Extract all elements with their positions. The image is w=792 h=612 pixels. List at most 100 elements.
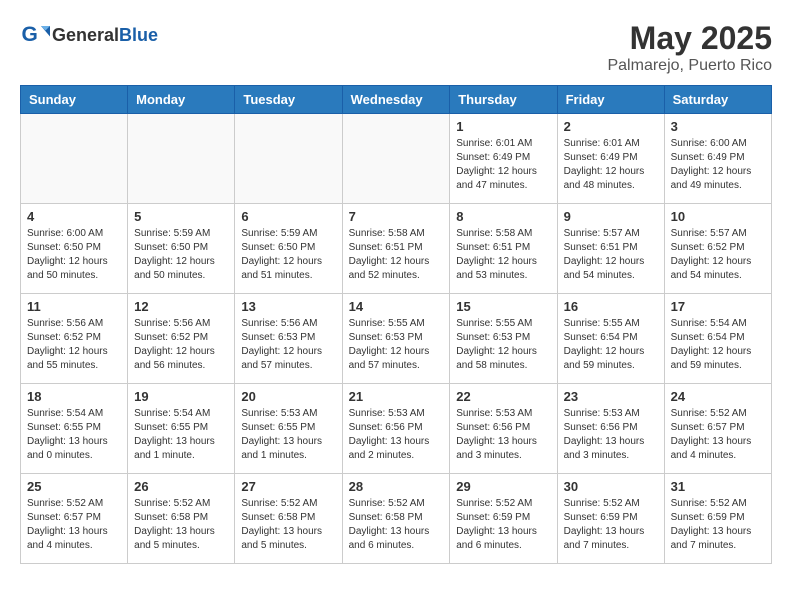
- day-info: Sunrise: 6:00 AM Sunset: 6:49 PM Dayligh…: [671, 137, 765, 193]
- day-number: 6: [241, 209, 335, 224]
- day-number: 12: [134, 299, 228, 314]
- day-number: 11: [27, 299, 121, 314]
- day-number: 1: [456, 119, 550, 134]
- day-number: 7: [349, 209, 444, 224]
- month-title: May 2025: [607, 20, 772, 57]
- svg-text:G: G: [22, 23, 38, 46]
- day-info: Sunrise: 5:58 AM Sunset: 6:51 PM Dayligh…: [349, 227, 444, 283]
- calendar-cell: 16 Sunrise: 5:55 AM Sunset: 6:54 PM Dayli…: [557, 294, 664, 384]
- day-info: Sunrise: 5:53 AM Sunset: 6:56 PM Dayligh…: [349, 407, 444, 463]
- calendar-cell: 21 Sunrise: 5:53 AM Sunset: 6:56 PM Dayli…: [342, 384, 450, 474]
- calendar-cell: 19 Sunrise: 5:54 AM Sunset: 6:55 PM Dayli…: [128, 384, 235, 474]
- day-number: 4: [27, 209, 121, 224]
- day-info: Sunrise: 6:01 AM Sunset: 6:49 PM Dayligh…: [564, 137, 658, 193]
- day-number: 25: [27, 479, 121, 494]
- day-info: Sunrise: 5:52 AM Sunset: 6:59 PM Dayligh…: [671, 497, 765, 553]
- calendar-cell: 31 Sunrise: 5:52 AM Sunset: 6:59 PM Dayli…: [664, 474, 771, 564]
- calendar-cell: 12 Sunrise: 5:56 AM Sunset: 6:52 PM Dayli…: [128, 294, 235, 384]
- calendar-table: SundayMondayTuesdayWednesdayThursdayFrid…: [20, 85, 772, 564]
- calendar-cell: 4 Sunrise: 6:00 AM Sunset: 6:50 PM Daylig…: [21, 204, 128, 294]
- calendar-cell: 14Sunrise: 5:55 AM Sunset: 6:53 PM Dayli…: [342, 294, 450, 384]
- day-number: 3: [671, 119, 765, 134]
- location-title: Palmarejo, Puerto Rico: [607, 57, 772, 75]
- day-number: 31: [671, 479, 765, 494]
- week-row-1: 1 Sunrise: 6:01 AM Sunset: 6:49 PM Daylig…: [21, 114, 772, 204]
- calendar-cell: 1 Sunrise: 6:01 AM Sunset: 6:49 PM Daylig…: [450, 114, 557, 204]
- day-number: 10: [671, 209, 765, 224]
- calendar-cell: 29Sunrise: 5:52 AM Sunset: 6:59 PM Dayli…: [450, 474, 557, 564]
- page-header: G GeneralBlue May 2025 Palmarejo, Puerto…: [20, 20, 772, 75]
- day-number: 20: [241, 389, 335, 404]
- calendar-cell: 7 Sunrise: 5:58 AM Sunset: 6:51 PM Daylig…: [342, 204, 450, 294]
- day-info: Sunrise: 5:54 AM Sunset: 6:55 PM Dayligh…: [27, 407, 121, 463]
- calendar-cell: 13 Sunrise: 5:56 AM Sunset: 6:53 PM Dayli…: [235, 294, 342, 384]
- day-info: Sunrise: 5:52 AM Sunset: 6:59 PM Dayligh…: [564, 497, 658, 553]
- calendar-cell: 8Sunrise: 5:58 AM Sunset: 6:51 PM Daylig…: [450, 204, 557, 294]
- weekday-header-wednesday: Wednesday: [342, 86, 450, 114]
- calendar-cell: 26Sunrise: 5:52 AM Sunset: 6:58 PM Dayli…: [128, 474, 235, 564]
- day-number: 27: [241, 479, 335, 494]
- day-number: 16: [564, 299, 658, 314]
- day-info: Sunrise: 5:53 AM Sunset: 6:55 PM Dayligh…: [241, 407, 335, 463]
- week-row-5: 25 Sunrise: 5:52 AM Sunset: 6:57 PM Dayli…: [21, 474, 772, 564]
- calendar-cell: 27 Sunrise: 5:52 AM Sunset: 6:58 PM Dayli…: [235, 474, 342, 564]
- day-number: 5: [134, 209, 228, 224]
- weekday-header-row: SundayMondayTuesdayWednesdayThursdayFrid…: [21, 86, 772, 114]
- calendar-cell: 20 Sunrise: 5:53 AM Sunset: 6:55 PM Dayli…: [235, 384, 342, 474]
- weekday-header-thursday: Thursday: [450, 86, 557, 114]
- day-info: Sunrise: 5:52 AM Sunset: 6:57 PM Dayligh…: [671, 407, 765, 463]
- calendar-cell: 18Sunrise: 5:54 AM Sunset: 6:55 PM Dayli…: [21, 384, 128, 474]
- logo-general: General: [52, 25, 119, 45]
- week-row-3: 11 Sunrise: 5:56 AM Sunset: 6:52 PM Dayli…: [21, 294, 772, 384]
- logo-icon: G: [20, 20, 50, 50]
- day-info: Sunrise: 5:57 AM Sunset: 6:52 PM Dayligh…: [671, 227, 765, 283]
- calendar-cell: 2 Sunrise: 6:01 AM Sunset: 6:49 PM Daylig…: [557, 114, 664, 204]
- calendar-cell: 11Sunrise: 5:56 AM Sunset: 6:52 PM Dayli…: [21, 294, 128, 384]
- calendar-cell: [342, 114, 450, 204]
- day-number: 13: [241, 299, 335, 314]
- logo: G GeneralBlue: [20, 20, 158, 50]
- calendar-cell: [128, 114, 235, 204]
- day-info: Sunrise: 5:58 AM Sunset: 6:51 PM Dayligh…: [456, 227, 550, 283]
- calendar-cell: 9Sunrise: 5:57 AM Sunset: 6:51 PM Daylig…: [557, 204, 664, 294]
- day-info: Sunrise: 5:55 AM Sunset: 6:53 PM Dayligh…: [456, 317, 550, 373]
- day-number: 15: [456, 299, 550, 314]
- calendar-cell: 17Sunrise: 5:54 AM Sunset: 6:54 PM Dayli…: [664, 294, 771, 384]
- day-number: 24: [671, 389, 765, 404]
- day-info: Sunrise: 5:56 AM Sunset: 6:53 PM Dayligh…: [241, 317, 335, 373]
- day-info: Sunrise: 5:53 AM Sunset: 6:56 PM Dayligh…: [456, 407, 550, 463]
- day-info: Sunrise: 6:01 AM Sunset: 6:49 PM Dayligh…: [456, 137, 550, 193]
- day-number: 19: [134, 389, 228, 404]
- day-info: Sunrise: 5:53 AM Sunset: 6:56 PM Dayligh…: [564, 407, 658, 463]
- calendar-cell: 23 Sunrise: 5:53 AM Sunset: 6:56 PM Dayli…: [557, 384, 664, 474]
- calendar-cell: 6 Sunrise: 5:59 AM Sunset: 6:50 PM Daylig…: [235, 204, 342, 294]
- day-number: 21: [349, 389, 444, 404]
- day-info: Sunrise: 5:52 AM Sunset: 6:58 PM Dayligh…: [349, 497, 444, 553]
- calendar-cell: 5 Sunrise: 5:59 AM Sunset: 6:50 PM Daylig…: [128, 204, 235, 294]
- day-info: Sunrise: 5:54 AM Sunset: 6:55 PM Dayligh…: [134, 407, 228, 463]
- day-number: 9: [564, 209, 658, 224]
- day-info: Sunrise: 5:52 AM Sunset: 6:58 PM Dayligh…: [134, 497, 228, 553]
- calendar-cell: 3 Sunrise: 6:00 AM Sunset: 6:49 PM Daylig…: [664, 114, 771, 204]
- day-info: Sunrise: 5:52 AM Sunset: 6:57 PM Dayligh…: [27, 497, 121, 553]
- calendar-cell: 22Sunrise: 5:53 AM Sunset: 6:56 PM Dayli…: [450, 384, 557, 474]
- day-number: 23: [564, 389, 658, 404]
- day-number: 2: [564, 119, 658, 134]
- day-info: Sunrise: 5:55 AM Sunset: 6:54 PM Dayligh…: [564, 317, 658, 373]
- logo-text: GeneralBlue: [52, 25, 158, 46]
- day-info: Sunrise: 5:59 AM Sunset: 6:50 PM Dayligh…: [241, 227, 335, 283]
- week-row-4: 18Sunrise: 5:54 AM Sunset: 6:55 PM Dayli…: [21, 384, 772, 474]
- day-number: 29: [456, 479, 550, 494]
- calendar-cell: [235, 114, 342, 204]
- day-info: Sunrise: 5:52 AM Sunset: 6:58 PM Dayligh…: [241, 497, 335, 553]
- day-number: 28: [349, 479, 444, 494]
- day-info: Sunrise: 5:56 AM Sunset: 6:52 PM Dayligh…: [134, 317, 228, 373]
- calendar-cell: 15 Sunrise: 5:55 AM Sunset: 6:53 PM Dayli…: [450, 294, 557, 384]
- weekday-header-sunday: Sunday: [21, 86, 128, 114]
- week-row-2: 4 Sunrise: 6:00 AM Sunset: 6:50 PM Daylig…: [21, 204, 772, 294]
- weekday-header-tuesday: Tuesday: [235, 86, 342, 114]
- calendar-cell: 24 Sunrise: 5:52 AM Sunset: 6:57 PM Dayli…: [664, 384, 771, 474]
- day-number: 17: [671, 299, 765, 314]
- day-info: Sunrise: 5:59 AM Sunset: 6:50 PM Dayligh…: [134, 227, 228, 283]
- day-info: Sunrise: 6:00 AM Sunset: 6:50 PM Dayligh…: [27, 227, 121, 283]
